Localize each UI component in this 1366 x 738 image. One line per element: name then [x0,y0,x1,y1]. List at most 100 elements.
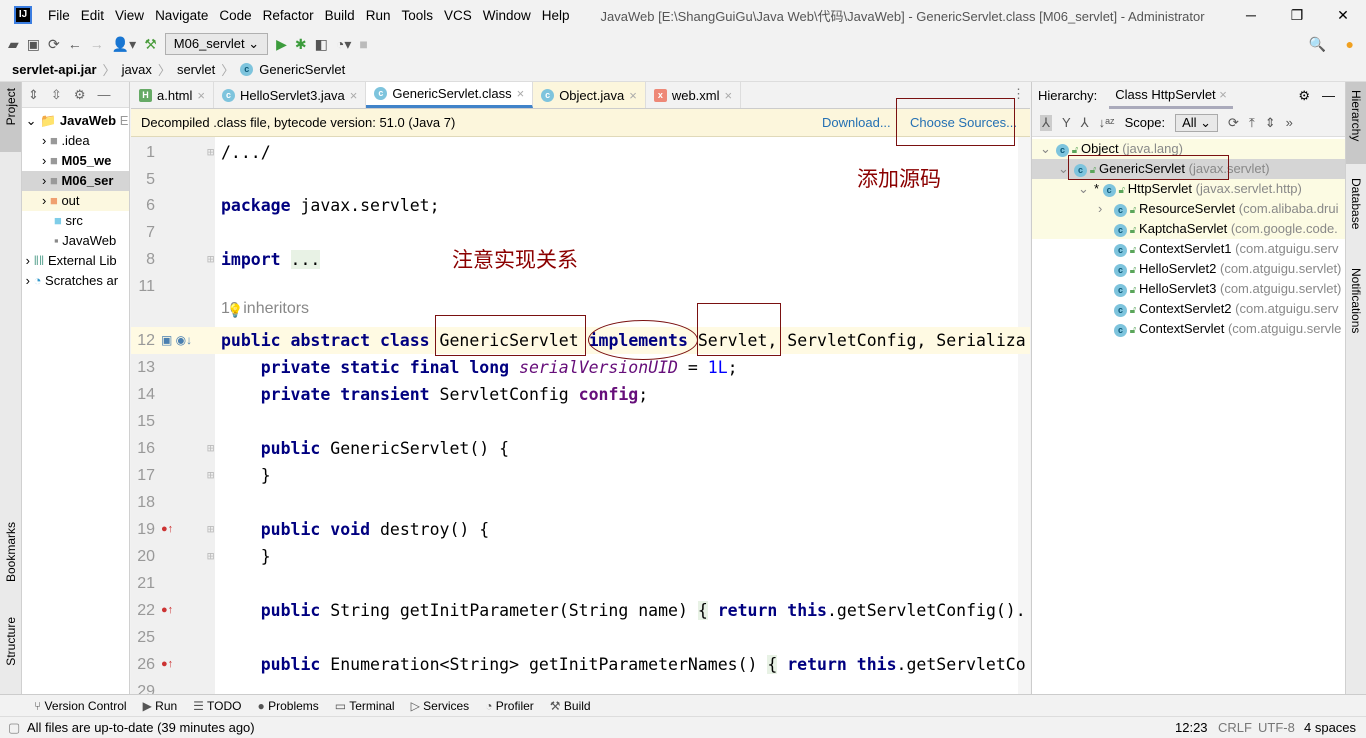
override-icon[interactable]: ●↑ [161,651,173,678]
chevron-icon[interactable]: › [1098,199,1114,219]
menu-item-build[interactable]: Build [325,8,355,23]
class-hierarchy-icon[interactable]: ⅄ [1040,114,1052,131]
menu-item-edit[interactable]: Edit [81,8,104,23]
fold-icon[interactable]: ⊞ [207,435,214,462]
chevron-icon[interactable]: ⌄ [1078,179,1094,199]
bulb-icon[interactable]: 💡 [227,303,243,319]
close-tab-icon[interactable]: × [629,88,637,103]
chevron-icon[interactable]: ⌄ [1040,139,1056,159]
status-message[interactable]: All files are up-to-date (39 minutes ago… [27,717,255,738]
close-tab-icon[interactable]: × [517,86,525,101]
implements-icon[interactable]: ▣ ◉↓ [161,327,192,354]
tree-item-external-libraries[interactable]: › ǁǁ External Lib [22,251,129,271]
menu-item-run[interactable]: Run [366,8,391,23]
more-icon[interactable]: » [1286,115,1293,130]
breadcrumb-item[interactable]: servlet-api.jar [12,62,97,77]
tool-tab-problems[interactable]: ● Problems [258,699,319,713]
profile-icon[interactable]: ◔▾ [336,36,351,53]
expand-all-icon[interactable]: ⇕ [28,87,39,103]
menu-item-view[interactable]: View [115,8,144,23]
hierarchy-row-contextservlet[interactable]: c 🔓︎ ContextServlet (com.atguigu.servle [1032,319,1345,339]
tree-item-javaweb[interactable]: ⌄ 📁 JavaWeb E [22,111,129,131]
hierarchy-row-helloservlet2[interactable]: c 🔓︎ HelloServlet2 (com.atguigu.servlet) [1032,259,1345,279]
menu-item-help[interactable]: Help [542,8,570,23]
file-encoding[interactable]: UTF-8 [1258,717,1295,738]
close-button[interactable]: ✕ [1320,0,1366,30]
restore-button[interactable]: ❐ [1274,0,1320,30]
run-icon[interactable]: ▶ [276,36,287,53]
tree-item-iml[interactable]: ▪ JavaWeb [22,231,129,251]
search-icon[interactable]: 🔍 [1309,36,1326,53]
tab-object-java[interactable]: c Object.java × [533,82,646,108]
update-icon[interactable]: ● [1346,36,1354,52]
hierarchy-row-helloservlet3[interactable]: c 🔓︎ HelloServlet3 (com.atguigu.servlet) [1032,279,1345,299]
line-separator[interactable]: CRLF [1218,717,1252,738]
menu-item-file[interactable]: File [48,8,70,23]
hierarchy-row-resourceservlet[interactable]: › c 🔓︎ ResourceServlet (com.alibaba.drui [1032,199,1345,219]
tab-a-html[interactable]: Ha.html × [131,82,214,108]
collapse-all-icon[interactable]: ⇳ [51,87,62,103]
override-icon[interactable]: ●↑ [161,597,173,624]
subtypes-icon[interactable]: ⅄ [1081,115,1089,131]
scope-select[interactable]: All ⌄ [1175,113,1219,132]
tool-tab-profiler[interactable]: ◔ Profiler [485,699,534,713]
close-tab-icon[interactable]: × [350,88,358,103]
tab-genericservlet-class[interactable]: c GenericServlet.class × [366,82,534,108]
hierarchy-tool-button[interactable]: Hierarchy [1349,90,1363,141]
build-hammer-icon[interactable]: ⚒ [144,36,157,53]
tree-item-idea[interactable]: › ■ ​.idea [22,131,129,151]
sort-alpha-icon[interactable]: ↓ᵃᶻ [1099,115,1115,130]
tool-tab-build[interactable]: ⚒ Build [550,699,591,713]
breadcrumb-item[interactable]: javax [122,62,152,77]
close-tab-icon[interactable]: × [197,88,205,103]
tool-tab-services[interactable]: ▷ Services [411,699,470,713]
minimize-button[interactable]: ─ [1228,0,1274,30]
coverage-icon[interactable]: ◧ [315,36,328,53]
tab-helloservlet3-java[interactable]: c HelloServlet3.java × [214,82,367,108]
hide-icon[interactable]: — [97,87,110,102]
sync-icon[interactable]: ⟳ [48,36,60,53]
tree-item-out[interactable]: › ■ out [22,191,129,211]
hierarchy-row-contextservlet1[interactable]: c 🔓︎ ContextServlet1 (com.atguigu.serv [1032,239,1345,259]
expand-icon[interactable]: ⇕ [1265,115,1276,131]
code-editor[interactable]: 1 /.../ ⊞ 5 6 package javax.servlet; 7 8 import … [131,137,1030,694]
gear-icon[interactable]: ⚙ [74,87,86,103]
fold-icon[interactable]: ⊞ [207,139,214,166]
save-icon[interactable]: ▣ [27,36,40,53]
hierarchy-row-kaptchaservlet[interactable]: c 🔓︎ KaptchaServlet (com.google.code. [1032,219,1345,239]
run-config-select[interactable]: M06_servlet ⌄ [164,33,269,55]
tool-tab-terminal[interactable]: ▭ Terminal [335,699,395,713]
hide-icon[interactable]: — [1322,88,1335,103]
tab-web-xml[interactable]: x web.xml × [646,82,742,108]
override-icon[interactable]: ●↑ [161,516,173,543]
breadcrumb-item[interactable]: servlet [177,62,215,77]
tool-tab-version-control[interactable]: ⑂ Version Control [34,699,127,713]
database-tool-button[interactable]: Database [1349,178,1363,229]
indent-setting[interactable]: 4 spaces [1304,717,1356,738]
hierarchy-tab[interactable]: Class HttpServlet × [1109,83,1233,109]
bookmarks-tool-button[interactable]: Bookmarks [4,522,18,582]
caret-position[interactable]: 12:23 [1175,717,1208,738]
hierarchy-row-contextservlet2[interactable]: c 🔓︎ ContextServlet2 (com.atguigu.serv [1032,299,1345,319]
tree-item-scratches[interactable]: › ◔ Scratches ar [22,271,129,291]
refresh-icon[interactable]: ⟳ [1228,115,1239,131]
back-icon[interactable]: ← [68,36,82,52]
gear-icon[interactable]: ⚙ [1298,88,1310,104]
tool-tab-todo[interactable]: ☰ TODO [193,699,241,713]
structure-tool-button[interactable]: Structure [4,617,18,666]
fold-icon[interactable]: ⊞ [207,516,214,543]
menu-item-code[interactable]: Code [219,8,251,23]
close-tab-icon[interactable]: × [725,88,733,103]
menu-item-window[interactable]: Window [483,8,531,23]
export-icon[interactable]: ⤒ [1249,115,1255,131]
supertypes-icon[interactable]: Y [1062,115,1071,130]
stop-icon[interactable]: ■ [359,36,367,52]
tool-tab-run[interactable]: ▶ Run [143,699,178,713]
user-icon[interactable]: 👤▾ [112,36,136,53]
fold-icon[interactable]: ⊞ [207,462,214,489]
open-icon[interactable]: ▰ [8,36,19,53]
menu-item-tools[interactable]: Tools [401,8,433,23]
tree-item-src[interactable]: ■ src [22,211,129,231]
breadcrumb-item[interactable]: GenericServlet [259,62,345,77]
debug-icon[interactable]: ✱ [295,36,307,53]
